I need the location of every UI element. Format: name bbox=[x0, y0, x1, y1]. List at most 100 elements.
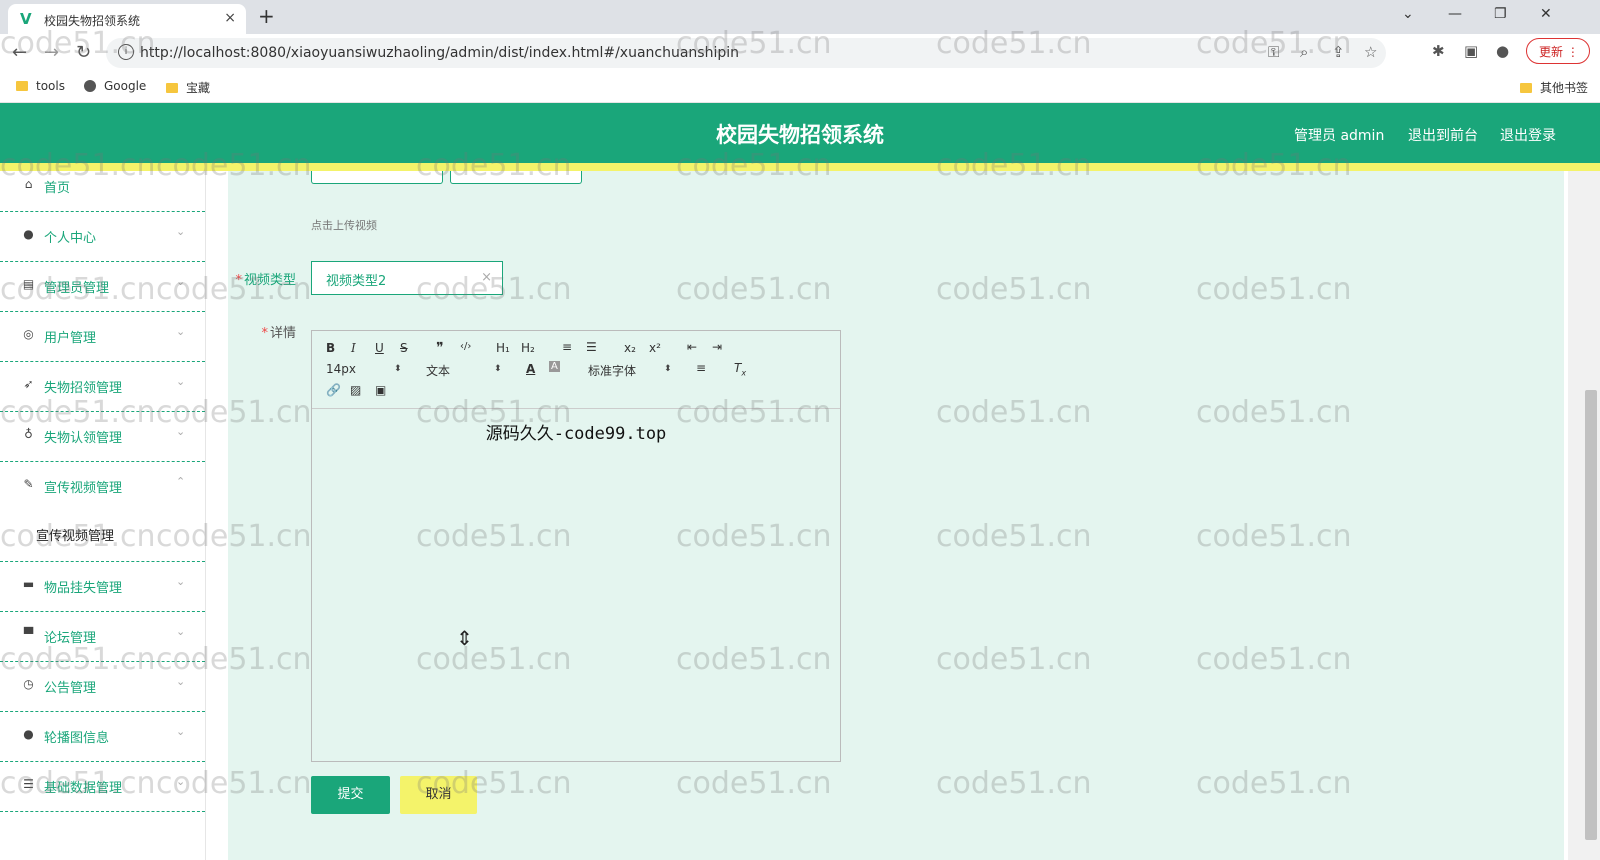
bookmark-other[interactable]: 其他书签 bbox=[1520, 79, 1588, 96]
restore-icon[interactable]: ❐ bbox=[1494, 6, 1507, 22]
outdent-button[interactable]: ⇤ bbox=[687, 340, 697, 354]
sidebar-item-claim-management[interactable]: ♁ 失物认领管理 ⌄ bbox=[0, 412, 205, 462]
share-icon[interactable]: ⇪ bbox=[1332, 43, 1345, 61]
chevron-down-icon: ⌄ bbox=[176, 625, 186, 638]
sidebar-subitem-label: 宣传视频管理 bbox=[36, 529, 115, 544]
chevron-down-icon: ⌄ bbox=[176, 425, 186, 438]
bookmarks-bar: tools Google 宝藏 其他书签 bbox=[0, 72, 1600, 103]
profile-icon[interactable]: ● bbox=[1496, 42, 1509, 60]
tab-search-icon[interactable]: ⌄ bbox=[1402, 6, 1414, 22]
bookmark-google[interactable]: Google bbox=[84, 79, 146, 93]
sidebar-item-user-management[interactable]: ◎ 用户管理 ⌄ bbox=[0, 312, 205, 362]
required-mark: * bbox=[261, 326, 268, 341]
clear-format-icon[interactable]: Tx bbox=[734, 361, 746, 377]
code-block-button[interactable]: ‹/› bbox=[460, 341, 471, 352]
briefcase-icon: ▬ bbox=[22, 577, 35, 591]
admin-user-link[interactable]: 管理员 admin bbox=[1294, 125, 1384, 145]
extensions-icon[interactable]: ✱ bbox=[1432, 42, 1445, 60]
list-icon: ☰ bbox=[23, 777, 34, 791]
home-icon: ⌂ bbox=[24, 177, 33, 191]
sidebar-item-admin-management[interactable]: ▤ 管理员管理 ⌄ bbox=[0, 262, 205, 312]
reload-icon[interactable]: ↻ bbox=[76, 42, 91, 63]
sidebar-item-basic-data-management[interactable]: ☰ 基础数据管理 ⌄ bbox=[0, 762, 205, 812]
indent-button[interactable]: ⇥ bbox=[712, 340, 722, 354]
bold-button[interactable]: B bbox=[326, 341, 335, 355]
editor-content[interactable]: 源码久久-code99.top bbox=[312, 419, 840, 444]
minimize-icon[interactable]: — bbox=[1448, 6, 1462, 22]
cancel-button[interactable]: 取消 bbox=[400, 776, 477, 814]
upload-video-box[interactable] bbox=[450, 171, 582, 184]
user-icon: ● bbox=[23, 727, 34, 741]
sidebar-item-forum-management[interactable]: ▀ 论坛管理 ⌄ bbox=[0, 612, 205, 662]
rich-text-editor[interactable]: B I U S ❞ ‹/› H₁ H₂ ≡ ☰ x₂ x² ⇤ ⇥ 14px ⬍ … bbox=[311, 330, 841, 762]
sidebar-item-video-management[interactable]: ✎ 宣传视频管理 ⌃ bbox=[0, 462, 205, 512]
forward-icon[interactable]: → bbox=[44, 42, 59, 63]
h1-button[interactable]: H₁ bbox=[496, 341, 510, 355]
new-tab-button[interactable]: + bbox=[258, 4, 275, 28]
video-type-select[interactable]: 视频类型2 × bbox=[311, 261, 503, 295]
side-panel-icon[interactable]: ▣ bbox=[1464, 42, 1478, 60]
bookmark-tools[interactable]: tools bbox=[16, 79, 65, 93]
font-color-icon[interactable]: A bbox=[526, 362, 535, 376]
uploaded-video-thumb[interactable] bbox=[311, 171, 443, 184]
text-type-select[interactable]: 文本 ⬍ bbox=[426, 362, 502, 379]
editor-toolbar: B I U S ❞ ‹/› H₁ H₂ ≡ ☰ x₂ x² ⇤ ⇥ 14px ⬍ … bbox=[312, 331, 840, 409]
key-icon[interactable]: ⚿ bbox=[1268, 43, 1279, 61]
background-color-icon[interactable]: A bbox=[549, 361, 560, 372]
bookmark-treasure[interactable]: 宝藏 bbox=[166, 79, 210, 96]
sidebar-item-label: 基础数据管理 bbox=[44, 781, 123, 796]
user-icon: ● bbox=[23, 227, 34, 241]
close-tab-icon[interactable]: × bbox=[224, 10, 236, 26]
sidebar-item-lost-found-management[interactable]: ➶ 失物招领管理 ⌄ bbox=[0, 362, 205, 412]
chevron-down-icon: ⌄ bbox=[176, 725, 186, 738]
sidebar-item-notice-management[interactable]: ◷ 公告管理 ⌄ bbox=[0, 662, 205, 712]
ordered-list-button[interactable]: ≡ bbox=[562, 340, 572, 354]
video-embed-icon[interactable]: ▣ bbox=[375, 383, 386, 397]
subscript-button[interactable]: x₂ bbox=[624, 341, 636, 355]
image-icon[interactable]: ▨ bbox=[350, 383, 361, 397]
sidebar-item-label: 首页 bbox=[44, 181, 71, 196]
update-button[interactable]: 更新 ⋮ bbox=[1526, 38, 1590, 64]
link-icon[interactable]: 🔗 bbox=[326, 383, 341, 397]
required-mark: * bbox=[235, 273, 242, 288]
microphone-icon: ♁ bbox=[24, 427, 33, 441]
folder-icon bbox=[166, 83, 178, 93]
chevron-down-icon: ⌄ bbox=[176, 575, 186, 588]
bullet-list-button[interactable]: ☰ bbox=[586, 340, 597, 354]
sidebar-item-home[interactable]: ⌂ 首页 bbox=[0, 162, 205, 212]
browser-tab[interactable]: V 校园失物招领系统 × bbox=[8, 4, 246, 34]
logout-link[interactable]: 退出登录 bbox=[1500, 125, 1556, 145]
sort-arrows-icon: ⬍ bbox=[494, 364, 502, 374]
close-window-icon[interactable]: ✕ bbox=[1540, 6, 1552, 22]
chevron-down-icon: ⌄ bbox=[176, 375, 186, 388]
main-content: 点击上传视频 * 视频类型 视频类型2 × * 详情 B I U S ❞ ‹/› H… bbox=[228, 171, 1564, 860]
underline-button[interactable]: U bbox=[375, 341, 384, 355]
bookmark-star-icon[interactable]: ☆ bbox=[1364, 43, 1377, 61]
folder-icon bbox=[16, 81, 28, 91]
sidebar-item-personal-center[interactable]: ● 个人中心 ⌄ bbox=[0, 212, 205, 262]
url-input[interactable]: i http://localhost:8080/xiaoyuansiwuzhao… bbox=[106, 38, 1386, 68]
site-info-icon[interactable]: i bbox=[118, 44, 134, 60]
h2-button[interactable]: H₂ bbox=[521, 341, 535, 355]
exit-to-frontend-link[interactable]: 退出到前台 bbox=[1408, 125, 1478, 145]
sidebar-item-carousel-info[interactable]: ● 轮播图信息 ⌄ bbox=[0, 712, 205, 762]
strike-button[interactable]: S bbox=[400, 341, 408, 355]
monitor-icon: ▀ bbox=[23, 627, 34, 641]
folder-icon bbox=[1520, 83, 1532, 93]
zoom-icon[interactable]: ⌕ bbox=[1300, 43, 1308, 61]
sidebar-item-loss-report-management[interactable]: ▬ 物品挂失管理 ⌄ bbox=[0, 562, 205, 612]
italic-button[interactable]: I bbox=[351, 341, 356, 355]
clear-icon[interactable]: × bbox=[481, 270, 492, 285]
font-family-select[interactable]: 标准字体 ⬍ bbox=[588, 362, 672, 379]
back-icon[interactable]: ← bbox=[12, 42, 27, 63]
font-size-select[interactable]: 14px ⬍ bbox=[326, 362, 402, 376]
scrollbar-thumb[interactable] bbox=[1585, 390, 1597, 840]
submit-button[interactable]: 提交 bbox=[311, 776, 390, 814]
blockquote-button[interactable]: ❞ bbox=[436, 340, 444, 356]
detail-label: * 详情 bbox=[261, 326, 296, 341]
superscript-button[interactable]: x² bbox=[649, 341, 661, 355]
align-icon[interactable]: ≡ bbox=[696, 361, 706, 375]
tab-title: 校园失物招领系统 bbox=[44, 14, 141, 28]
sidebar-subitem-video-management[interactable]: 宣传视频管理 bbox=[0, 506, 205, 562]
upload-video-hint[interactable]: 点击上传视频 bbox=[311, 217, 377, 233]
